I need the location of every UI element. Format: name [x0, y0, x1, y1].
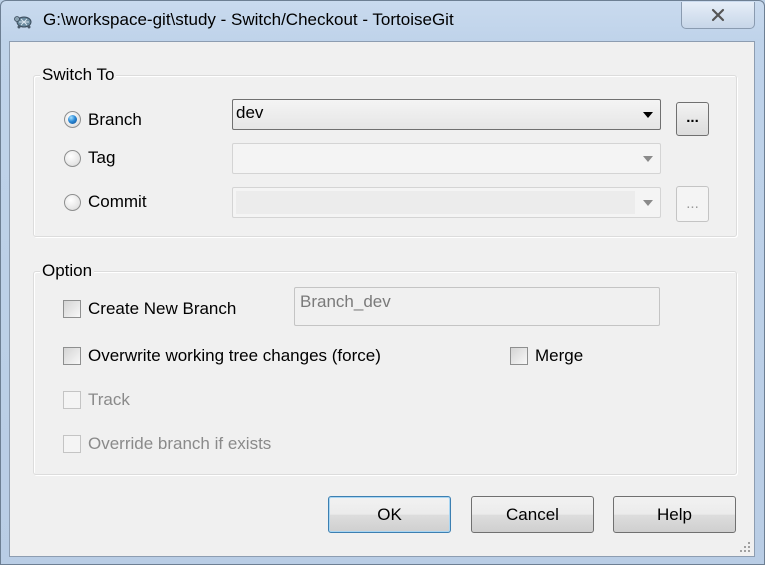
title-bar[interactable]: G:\workspace-git\study - Switch/Checkout… [1, 1, 764, 41]
commit-browse-button[interactable]: ... [676, 186, 709, 222]
chevron-down-icon [643, 112, 653, 118]
chevron-down-icon [643, 200, 653, 206]
chevron-down-icon [643, 156, 653, 162]
help-button[interactable]: Help [613, 496, 736, 533]
create-new-branch-label: Create New Branch [88, 299, 237, 318]
ok-button[interactable]: OK [328, 496, 451, 533]
branch-dropdown[interactable]: dev [232, 99, 661, 130]
close-button[interactable] [681, 2, 755, 29]
switch-to-group-label: Switch To [40, 65, 117, 85]
new-branch-name-field[interactable]: Branch_dev [294, 287, 660, 326]
commit-radio[interactable] [64, 194, 81, 211]
overwrite-label: Overwrite working tree changes (force) [88, 346, 381, 365]
branch-label: Branch [88, 110, 142, 129]
cancel-button[interactable]: Cancel [471, 496, 594, 533]
commit-label: Commit [88, 192, 147, 211]
overwrite-checkbox[interactable] [63, 347, 81, 365]
commit-edit-field[interactable] [236, 191, 635, 214]
window-title: G:\workspace-git\study - Switch/Checkout… [43, 10, 454, 29]
merge-checkbox[interactable] [510, 347, 528, 365]
commit-dropdown[interactable] [232, 187, 661, 218]
tortoise-icon [14, 16, 32, 29]
resize-grip-icon[interactable] [739, 541, 751, 553]
branch-browse-button[interactable]: ... [676, 102, 709, 136]
track-checkbox[interactable] [63, 391, 81, 409]
track-label: Track [88, 390, 130, 409]
tag-label: Tag [88, 148, 116, 167]
tag-radio[interactable] [64, 150, 81, 167]
override-branch-label: Override branch if exists [88, 434, 272, 453]
dialog-window: G:\workspace-git\study - Switch/Checkout… [0, 0, 765, 565]
new-branch-name-value: Branch_dev [300, 292, 391, 311]
create-new-branch-checkbox[interactable] [63, 300, 81, 318]
close-icon [711, 8, 725, 22]
override-branch-checkbox[interactable] [63, 435, 81, 453]
branch-radio[interactable] [64, 111, 81, 128]
branch-value: dev [236, 103, 264, 122]
dialog-client-area: Switch To Branch dev ... Tag Commit ... … [9, 41, 755, 557]
tag-dropdown[interactable] [232, 143, 661, 174]
option-group-label: Option [40, 261, 95, 281]
radio-selected-dot [68, 115, 77, 124]
merge-label: Merge [535, 346, 584, 365]
